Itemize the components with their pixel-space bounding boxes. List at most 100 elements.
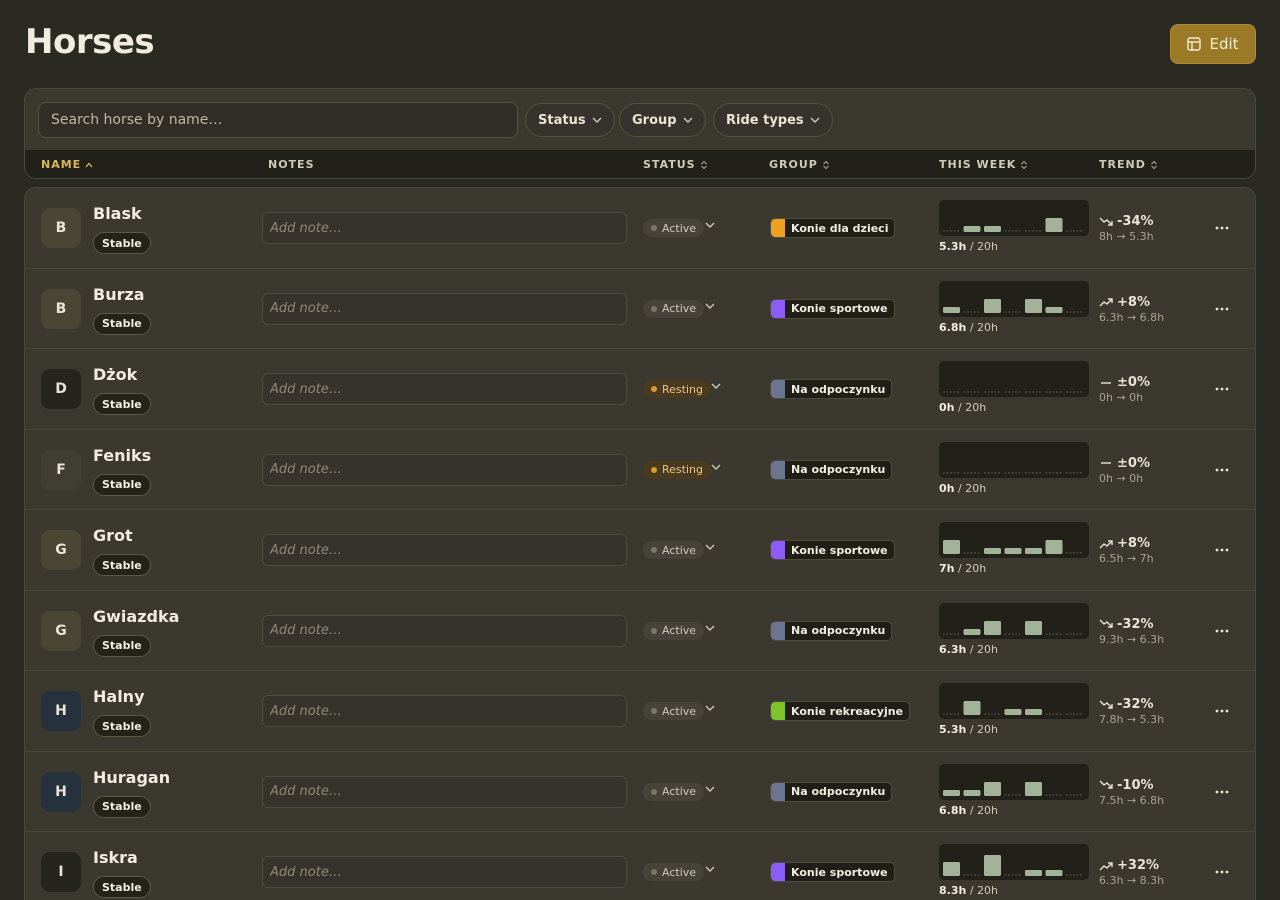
note-input[interactable] xyxy=(262,856,627,888)
stable-badge: Stable xyxy=(93,393,151,415)
table-row[interactable]: H Halny Stable Active Konie rekreacyjne … xyxy=(25,671,1255,752)
horse-name[interactable]: Burza xyxy=(93,285,145,304)
chevron-down-icon xyxy=(683,117,693,123)
status-filter-button[interactable]: Status xyxy=(525,103,615,137)
note-input[interactable] xyxy=(262,373,627,405)
column-header-name[interactable]: NAME xyxy=(41,158,93,171)
group-badge[interactable]: Konie sportowe xyxy=(770,298,895,319)
note-input[interactable] xyxy=(262,453,627,486)
group-filter-button[interactable]: Group xyxy=(619,103,706,137)
week-hours-goal: / 20h xyxy=(958,562,987,575)
group-badge[interactable]: Na odpoczynku xyxy=(770,781,893,802)
group-badge[interactable]: Konie sportowe xyxy=(770,862,895,882)
week-bar xyxy=(963,701,981,715)
edit-button[interactable]: Edit xyxy=(1170,24,1256,64)
more-options-button[interactable] xyxy=(1211,540,1233,560)
chevron-down-icon[interactable] xyxy=(705,866,715,872)
horse-name[interactable]: Dżok xyxy=(93,365,137,384)
group-badge[interactable]: Konie rekreacyjne xyxy=(770,701,911,721)
horse-name[interactable]: Feniks xyxy=(93,446,151,465)
note-input[interactable] xyxy=(262,695,627,727)
horse-name[interactable]: Grot xyxy=(93,526,133,545)
search-input[interactable] xyxy=(38,102,518,138)
table-row[interactable]: F Feniks Stable Resting Na odpoczynku 0h… xyxy=(25,430,1255,510)
status-badge[interactable]: Resting xyxy=(643,460,711,479)
note-input[interactable] xyxy=(262,614,627,647)
table-row[interactable]: I Iskra Stable Active Konie sportowe 8.3… xyxy=(25,832,1255,900)
group-badge[interactable]: Na odpoczynku xyxy=(770,459,893,480)
trend-percent-value: -10% xyxy=(1117,777,1154,793)
more-options-button[interactable] xyxy=(1211,701,1233,721)
group-badge[interactable]: Na odpoczynku xyxy=(770,620,893,641)
column-header-status[interactable]: STATUS xyxy=(643,158,708,171)
chevron-down-icon[interactable] xyxy=(711,464,721,470)
trend-percent-value: ±0% xyxy=(1117,375,1150,390)
chevron-down-icon[interactable] xyxy=(705,786,715,792)
more-options-button[interactable] xyxy=(1211,218,1233,238)
week-hours-goal: / 20h xyxy=(969,803,998,817)
table-row[interactable]: H Huragan Stable Active Na odpoczynku 6.… xyxy=(25,752,1255,832)
edit-button-label: Edit xyxy=(1209,35,1239,53)
chevron-down-icon[interactable] xyxy=(705,222,715,228)
status-badge[interactable]: Resting xyxy=(643,380,711,398)
group-badge[interactable]: Konie dla dzieci xyxy=(770,218,896,238)
week-hours-value: 0h xyxy=(939,401,955,414)
group-color-swatch xyxy=(771,541,785,559)
group-badge[interactable]: Na odpoczynku xyxy=(770,379,893,399)
chevron-down-icon[interactable] xyxy=(705,544,715,550)
group-color-swatch xyxy=(771,863,785,881)
column-header-group[interactable]: GROUP xyxy=(769,158,830,171)
horse-name[interactable]: Blask xyxy=(93,204,142,223)
sort-ascending-icon xyxy=(85,162,93,167)
table-row[interactable]: B Burza Stable Active Konie sportowe 6.8… xyxy=(25,269,1255,349)
table-row[interactable]: D Dżok Stable Resting Na odpoczynku 0h /… xyxy=(25,349,1255,430)
sort-icon xyxy=(700,160,707,169)
status-badge[interactable]: Active xyxy=(643,702,705,720)
more-options-button[interactable] xyxy=(1211,379,1233,399)
weekly-bar-chart xyxy=(943,391,1083,393)
more-options-button[interactable] xyxy=(1211,299,1233,319)
status-badge[interactable]: Active xyxy=(643,299,705,318)
chevron-down-icon[interactable] xyxy=(705,625,715,631)
trend-percent: -10% xyxy=(1099,778,1154,793)
horse-name[interactable]: Iskra xyxy=(93,848,138,867)
note-input[interactable] xyxy=(262,212,627,244)
avatar: I xyxy=(41,852,81,892)
status-badge[interactable]: Active xyxy=(643,219,705,237)
week-hours: 0h / 20h xyxy=(939,482,986,495)
horse-name[interactable]: Gwiazdka xyxy=(93,607,179,626)
chevron-down-icon[interactable] xyxy=(705,303,715,309)
note-input[interactable] xyxy=(262,534,627,566)
avatar: H xyxy=(41,691,81,731)
week-bar xyxy=(943,306,960,313)
week-hours: 6.3h / 20h xyxy=(939,643,998,656)
more-options-button[interactable] xyxy=(1211,460,1233,480)
table-row[interactable]: G Grot Stable Active Konie sportowe 7h /… xyxy=(25,510,1255,591)
chevron-down-icon[interactable] xyxy=(705,705,715,711)
ride-types-filter-button[interactable]: Ride types xyxy=(713,103,833,137)
note-input[interactable] xyxy=(262,292,627,325)
more-options-button[interactable] xyxy=(1211,621,1233,641)
week-bar xyxy=(963,226,981,232)
status-badge[interactable]: Active xyxy=(643,621,705,640)
horse-name[interactable]: Halny xyxy=(93,687,145,706)
week-hours: 6.8h / 20h xyxy=(939,321,998,334)
column-header-this-week[interactable]: THIS WEEK xyxy=(939,158,1028,171)
status-badge[interactable]: Active xyxy=(643,541,705,559)
note-input[interactable] xyxy=(262,775,627,808)
table-row[interactable]: B Blask Stable Active Konie dla dzieci 5… xyxy=(25,188,1255,269)
sort-icon xyxy=(1150,160,1157,169)
more-horizontal-icon xyxy=(1215,629,1229,632)
trend-percent-value: +8% xyxy=(1117,294,1150,310)
group-label: Na odpoczynku xyxy=(791,785,886,798)
table-row[interactable]: G Gwiazdka Stable Active Na odpoczynku 6… xyxy=(25,591,1255,671)
more-options-button[interactable] xyxy=(1211,862,1233,882)
chevron-down-icon[interactable] xyxy=(711,383,721,389)
status-badge[interactable]: Active xyxy=(643,863,705,881)
status-badge[interactable]: Active xyxy=(643,782,705,801)
more-options-button[interactable] xyxy=(1211,782,1233,802)
group-badge[interactable]: Konie sportowe xyxy=(770,540,895,560)
trend-percent: -32% xyxy=(1099,617,1154,632)
horse-name[interactable]: Huragan xyxy=(93,768,170,787)
column-header-trend[interactable]: TREND xyxy=(1099,158,1158,171)
